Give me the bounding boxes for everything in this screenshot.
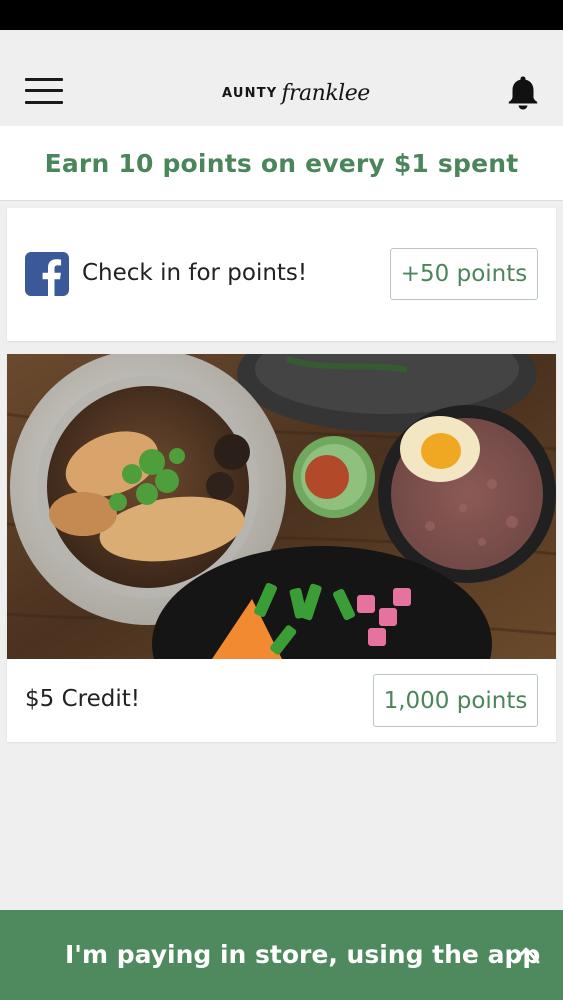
status-bar — [0, 0, 563, 30]
food-bowls-photo — [7, 354, 556, 659]
brand-word-aunty: AUNTY — [222, 85, 278, 101]
reward-label: $5 Credit! — [25, 686, 140, 712]
bell-icon[interactable] — [506, 74, 540, 110]
facebook-icon — [25, 252, 69, 296]
pay-in-store-label: I'm paying in store, using the app — [65, 940, 541, 969]
checkin-label: Check in for points! — [82, 260, 308, 286]
earn-points-text: Earn 10 points on every $1 spent — [44, 148, 519, 178]
checkin-card: Check in for points! +50 points — [7, 208, 556, 341]
brand-word-franklee: franklee — [281, 80, 370, 106]
chevron-up-icon[interactable] — [512, 944, 540, 966]
reward-card[interactable]: $5 Credit! 1,000 points — [7, 354, 556, 742]
brand-logo: AUNTY franklee — [222, 75, 370, 111]
checkin-points-button[interactable]: +50 points — [390, 248, 538, 300]
app-header: AUNTY franklee — [0, 30, 563, 126]
pay-in-store-bar[interactable]: I'm paying in store, using the app — [0, 910, 563, 1000]
hamburger-menu-icon[interactable] — [25, 75, 63, 105]
reward-points-button[interactable]: 1,000 points — [373, 674, 538, 727]
earn-points-banner: Earn 10 points on every $1 spent — [0, 126, 563, 201]
